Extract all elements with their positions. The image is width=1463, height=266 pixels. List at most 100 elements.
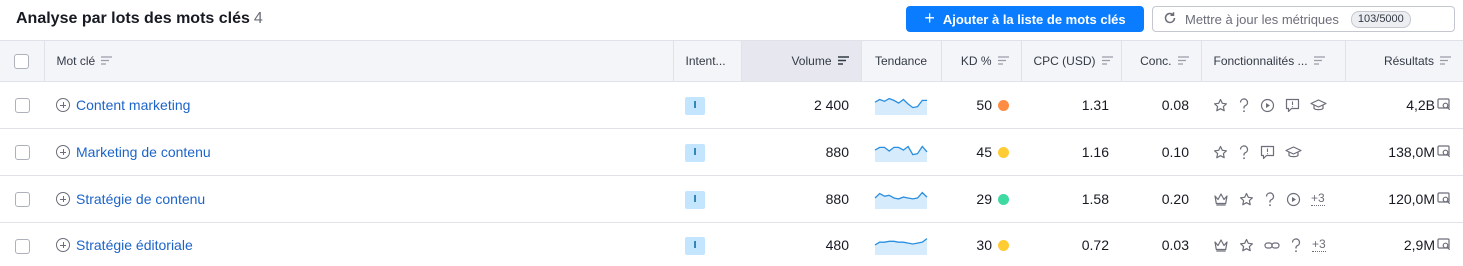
trend-cell: [861, 175, 941, 223]
sort-icon: [1313, 54, 1325, 68]
serp-view-icon[interactable]: [1437, 144, 1451, 161]
add-to-keyword-list-label: Ajouter à la liste de mots clés: [942, 11, 1126, 27]
kd-value: 30: [976, 237, 992, 254]
column-cpc-label: CPC (USD): [1033, 53, 1096, 68]
add-keyword-icon[interactable]: [56, 145, 70, 159]
kd-cell: 30: [941, 223, 1021, 266]
table-row: Stratégie éditoriale I 480 30 0.72 0.03 …: [0, 223, 1463, 266]
kd-indicator-dot: [998, 193, 1009, 205]
table-row: Content marketing I 2 400 50 1.31 0.08 4…: [0, 81, 1463, 129]
column-intent-label: Intent...: [685, 54, 726, 68]
row-checkbox[interactable]: [14, 238, 30, 254]
serp-features: [1213, 144, 1333, 160]
keyword-cell: Content marketing: [44, 81, 673, 129]
column-intent[interactable]: Intent...: [673, 40, 742, 82]
keyword-link[interactable]: Content marketing: [76, 97, 190, 113]
cpc-cell: 1.16: [1021, 128, 1121, 176]
trend-cell: [861, 223, 941, 266]
kd-value: 50: [976, 97, 992, 113]
crown-icon: [1213, 192, 1229, 207]
sort-desc-icon: [837, 54, 849, 68]
column-results-label: Résultats: [1383, 53, 1434, 68]
keyword-link[interactable]: Stratégie éditoriale: [76, 237, 193, 253]
serp-view-icon[interactable]: [1437, 191, 1451, 208]
features-cell: +3: [1201, 223, 1345, 266]
kd-cell: 50: [941, 81, 1021, 129]
star-icon: [1239, 192, 1254, 207]
more-features-link[interactable]: +3: [1312, 238, 1326, 253]
column-trend: Tendance: [861, 40, 942, 82]
add-keyword-icon[interactable]: [56, 98, 70, 112]
cpc-cell: 0.72: [1081, 237, 1109, 254]
column-keyword-label: Mot clé: [56, 53, 96, 68]
competition-cell: 0.10: [1121, 128, 1201, 176]
results-cell: 2,9M: [1345, 223, 1463, 266]
intent-badge: I: [685, 237, 705, 256]
column-volume[interactable]: Volume: [741, 40, 862, 82]
column-cpc[interactable]: CPC (USD): [1021, 40, 1122, 82]
select-all-cell: [0, 40, 45, 82]
row-checkbox[interactable]: [14, 98, 30, 114]
star-icon: [1213, 145, 1228, 160]
keyword-link[interactable]: Marketing de contenu: [76, 144, 211, 160]
table-header-row: Mot clé Intent... Volume Tendance KD % C…: [0, 40, 1463, 82]
keyword-link[interactable]: Stratégie de contenu: [76, 191, 205, 207]
results-value: 2,9M: [1403, 237, 1435, 254]
sort-icon: [1440, 54, 1451, 68]
academic-cap-icon: [1285, 145, 1302, 160]
page-title: Analyse par lots des mots clés 4: [16, 10, 263, 28]
competition-cell: 0.20: [1121, 175, 1201, 223]
column-volume-label: Volume: [791, 53, 832, 68]
update-metrics-label: Mettre à jour les métriques: [1185, 11, 1339, 27]
results-cell: 138,0M: [1345, 128, 1463, 176]
update-metrics-button[interactable]: Mettre à jour les métriques 103/5000: [1152, 6, 1455, 32]
volume-cell: 880: [741, 175, 861, 223]
column-features[interactable]: Fonctionnalités ...: [1201, 40, 1346, 82]
add-keyword-icon[interactable]: [56, 238, 70, 253]
column-keyword[interactable]: Mot clé: [44, 40, 674, 82]
row-checkbox[interactable]: [14, 192, 30, 208]
trend-sparkline: [873, 237, 929, 258]
features-cell: [1201, 128, 1345, 176]
sort-icon: [101, 54, 113, 68]
serp-view-icon[interactable]: [1437, 97, 1451, 114]
add-keyword-icon[interactable]: [56, 192, 70, 206]
column-kd[interactable]: KD %: [941, 40, 1022, 82]
row-select-cell: [0, 128, 44, 176]
intent-cell: I: [673, 81, 741, 129]
competition-cell: 0.03: [1161, 237, 1189, 254]
more-features-link[interactable]: +3: [1311, 192, 1325, 206]
review-icon: [1285, 98, 1300, 113]
update-quota-badge: 103/5000: [1350, 10, 1411, 28]
kd-value: 29: [976, 191, 992, 207]
table-row: Stratégie de contenu I 880 29 1.58 0.20 …: [0, 175, 1463, 223]
row-select-cell: [0, 81, 44, 129]
volume-cell: 880: [741, 128, 861, 176]
column-results[interactable]: Résultats: [1345, 40, 1463, 82]
table-row: Marketing de contenu I 880 45 1.16 0.10 …: [0, 128, 1463, 176]
refresh-icon: [1163, 11, 1177, 28]
add-to-keyword-list-button[interactable]: + Ajouter à la liste de mots clés: [906, 6, 1144, 32]
results-cell: 4,2B: [1345, 81, 1463, 129]
features-cell: +3: [1201, 175, 1345, 223]
sort-icon: [1177, 54, 1189, 68]
plus-icon: +: [924, 8, 935, 28]
video-icon: [1260, 98, 1275, 113]
competition-cell: 0.08: [1121, 81, 1201, 129]
row-select-cell: [0, 223, 44, 266]
column-trend-label: Tendance: [874, 54, 928, 68]
results-value: 4,2B: [1406, 97, 1435, 113]
row-checkbox[interactable]: [14, 145, 30, 161]
intent-cell: I: [673, 223, 741, 266]
column-competition[interactable]: Conc.: [1121, 40, 1202, 82]
link-icon: [1264, 238, 1280, 253]
serp-features: [1213, 97, 1333, 113]
serp-view-icon[interactable]: [1437, 237, 1451, 254]
select-all-checkbox[interactable]: [14, 53, 30, 69]
volume-cell: 480: [825, 237, 849, 254]
keyword-cell: Stratégie éditoriale: [44, 223, 673, 266]
intent-cell: I: [673, 128, 741, 176]
trend-cell: [861, 128, 941, 176]
volume-cell: 2 400: [741, 81, 861, 129]
sort-icon: [1101, 54, 1113, 68]
